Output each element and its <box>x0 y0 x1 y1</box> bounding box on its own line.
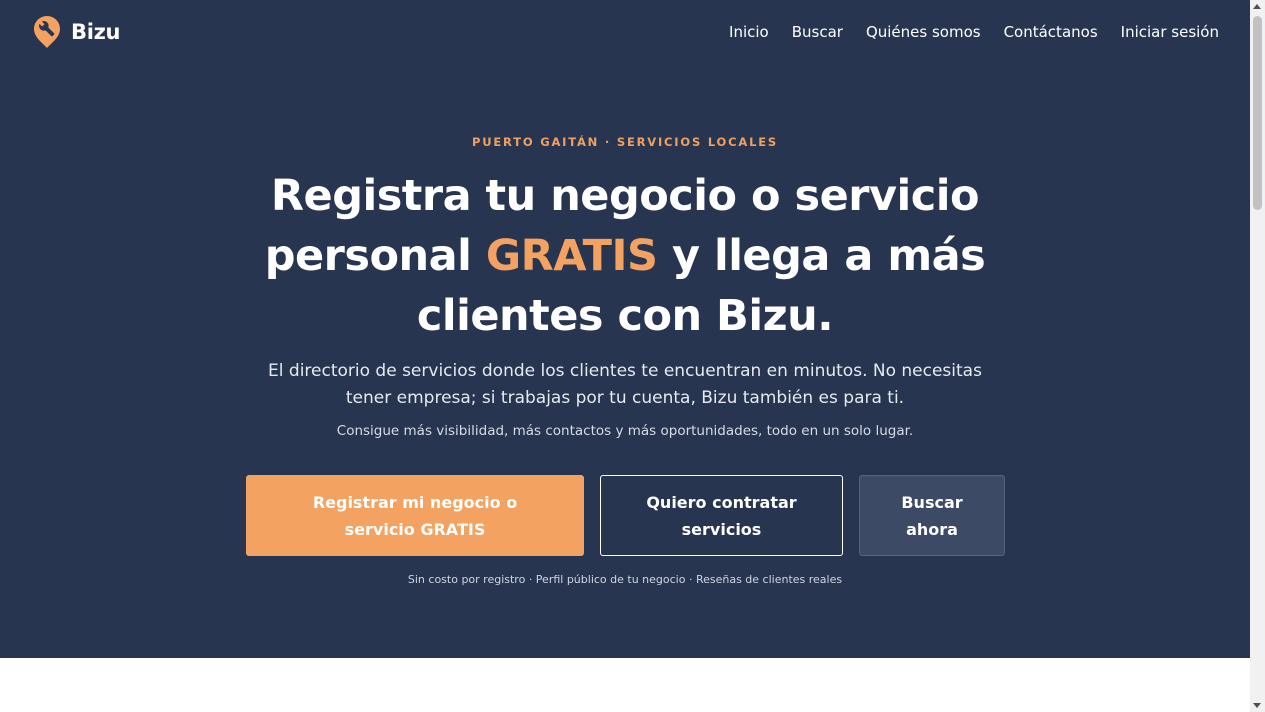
hero-fine-print: Sin costo por registro · Perfil público … <box>407 573 843 586</box>
nav-inicio[interactable]: Inicio <box>729 23 769 41</box>
search-now-button[interactable]: Buscar ahora <box>859 475 1005 556</box>
hero-subtext: Consigue más visibilidad, más contactos … <box>336 423 914 439</box>
scroll-down-arrow-icon[interactable] <box>1253 703 1261 708</box>
hire-services-button[interactable]: Quiero contratar servicios <box>600 475 843 556</box>
hero-section: Bizu Inicio Buscar Quiénes somos Contáct… <box>0 0 1250 658</box>
nav-buscar[interactable]: Buscar <box>792 23 843 41</box>
nav-iniciar-sesion[interactable]: Iniciar sesión <box>1121 23 1219 41</box>
scrollbar-thumb[interactable] <box>1253 16 1262 210</box>
scroll-up-arrow-icon[interactable] <box>1253 4 1261 9</box>
brand-name: Bizu <box>71 20 121 44</box>
hero-headline: Registra tu negocio o servicio personal … <box>225 166 1025 346</box>
hero-lede: El directorio de servicios donde los cli… <box>268 361 982 408</box>
hero-eyebrow: PUERTO GAITÁN · SERVICIOS LOCALES <box>472 135 778 149</box>
brand[interactable]: Bizu <box>33 14 120 50</box>
nav-contactanos[interactable]: Contáctanos <box>1004 23 1098 41</box>
next-section <box>0 658 1250 712</box>
register-business-button[interactable]: Registrar mi negocio o servicio GRATIS <box>246 475 584 556</box>
page-scrollbar[interactable] <box>1250 0 1265 712</box>
main-nav: Inicio Buscar Quiénes somos Contáctanos … <box>729 20 1219 44</box>
nav-quienes-somos[interactable]: Quiénes somos <box>866 23 981 41</box>
headline-accent-gratis: GRATIS <box>485 231 658 281</box>
wrench-location-pin-icon <box>34 16 60 48</box>
